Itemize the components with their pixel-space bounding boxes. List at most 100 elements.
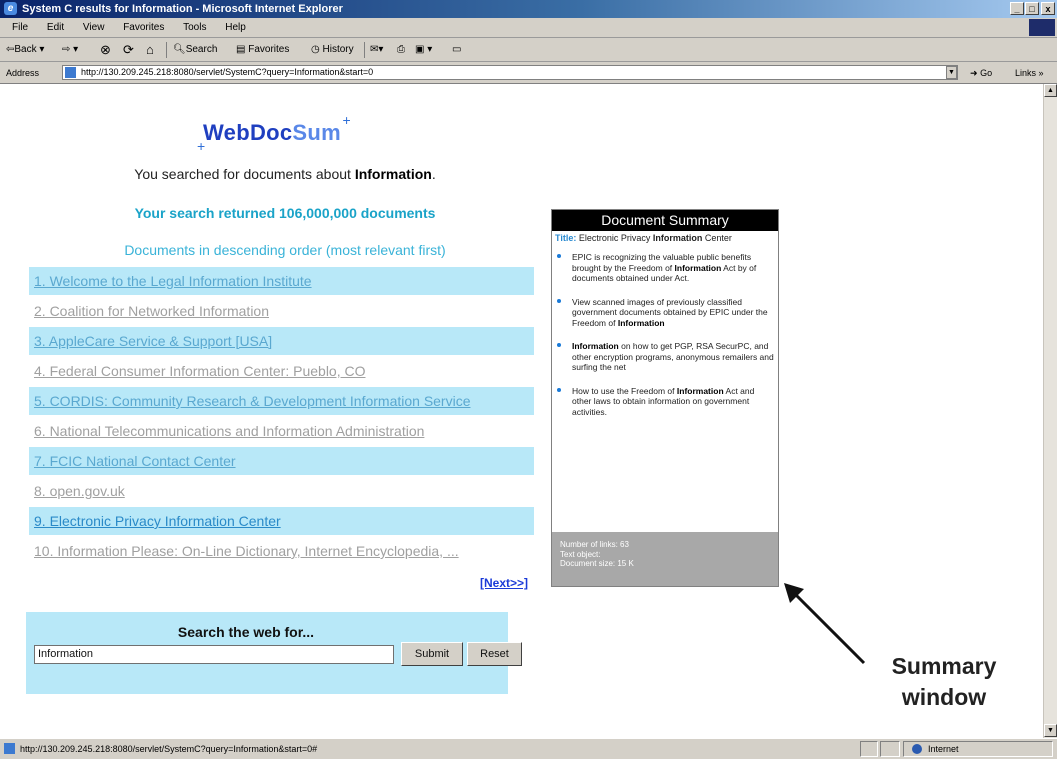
favorites-label: Favorites — [248, 44, 290, 55]
submit-button[interactable]: Submit — [401, 642, 463, 666]
window-title-bar[interactable]: e System C results for Information - Mic… — [0, 0, 1057, 18]
discuss-icon[interactable]: ▭ — [452, 38, 461, 62]
vertical-scrollbar[interactable]: ▲ ▼ — [1043, 84, 1057, 738]
toolbar-separator — [166, 42, 167, 58]
result-link-4[interactable]: 4. Federal Consumer Information Center: … — [29, 357, 534, 385]
searched-term: Information — [354, 166, 432, 182]
home-icon[interactable]: ⌂ — [146, 38, 154, 62]
menu-view[interactable]: View — [83, 18, 105, 38]
page-icon — [65, 67, 76, 78]
menu-edit[interactable]: Edit — [47, 18, 64, 38]
bullet-bold: Information — [617, 317, 665, 328]
bullet-icon — [557, 343, 561, 347]
result-link-1[interactable]: 1. Welcome to the Legal Information Inst… — [29, 267, 534, 295]
windows-logo-icon — [1029, 19, 1055, 36]
next-page-link[interactable]: [Next>>] — [480, 576, 528, 590]
favorites-button[interactable]: ▤ Favorites — [236, 38, 289, 62]
page-icon — [4, 743, 15, 754]
search-icon: 🔍︎ — [173, 44, 186, 55]
page-viewport: + WebDocSum + You searched for documents a… — [0, 84, 1057, 738]
logo-plus-left: + — [197, 138, 206, 154]
forward-button[interactable]: ⇨ ▾ — [62, 38, 78, 62]
history-label: History — [322, 44, 354, 55]
address-dropdown-button[interactable]: ▼ — [946, 66, 957, 79]
result-link-2[interactable]: 2. Coalition for Networked Information — [29, 297, 534, 325]
globe-icon — [912, 744, 922, 754]
logo-web: WebDoc — [203, 120, 293, 145]
minimize-button[interactable]: _ — [1010, 2, 1024, 15]
maximize-button[interactable]: □ — [1025, 2, 1039, 15]
mail-icon[interactable]: ✉▾ — [370, 38, 383, 62]
annotation-line-2: window — [901, 684, 987, 710]
status-panel — [860, 741, 878, 757]
logo-plus-right: + — [342, 112, 351, 128]
print-icon[interactable]: ⎙ — [397, 38, 405, 62]
back-button[interactable]: ⇦Back ▾ — [6, 38, 44, 62]
summary-title: Title: Electronic Privacy Information Ce… — [555, 233, 732, 243]
result-link-9[interactable]: 9. Electronic Privacy Information Center — [29, 507, 534, 535]
annotation-line-1: Summary — [891, 653, 997, 679]
webdocsum-logo: + WebDocSum + — [197, 112, 351, 154]
summary-title-pre: Electronic Privacy — [576, 233, 653, 243]
search-label: Search — [185, 44, 218, 55]
menu-help[interactable]: Help — [225, 18, 246, 38]
status-bar: http://130.209.245.218:8080/servlet/Syst… — [0, 738, 1057, 759]
history-button[interactable]: ◷ History — [311, 38, 354, 62]
result-link-6[interactable]: 6. National Telecommunications and Infor… — [29, 417, 534, 445]
back-label: ⇦Back — [6, 44, 37, 55]
summary-document-size: Document size: 15 K — [560, 559, 634, 568]
bullet-bold: Information — [674, 262, 722, 273]
menu-favorites[interactable]: Favorites — [123, 18, 164, 38]
bullet-bold: Information — [572, 341, 619, 351]
status-panel — [880, 741, 900, 757]
annotation-arrow — [784, 583, 866, 665]
menu-bar: File Edit View Favorites Tools Help — [0, 18, 1057, 38]
result-link-8[interactable]: 8. open.gov.uk — [29, 477, 534, 505]
scroll-up-button[interactable]: ▲ — [1044, 84, 1057, 97]
result-link-10[interactable]: 10. Information Please: On-Line Dictiona… — [29, 537, 534, 565]
document-summary-window: Document Summary Title: Electronic Priva… — [551, 209, 779, 587]
go-label: Go — [980, 68, 993, 78]
searched-suffix: . — [431, 166, 436, 182]
menu-file[interactable]: File — [12, 18, 28, 38]
status-text: http://130.209.245.218:8080/servlet/Syst… — [20, 744, 318, 754]
address-input[interactable]: http://130.209.245.218:8080/servlet/Syst… — [62, 65, 958, 80]
summary-bullet: EPIC is recognizing the valuable public … — [557, 252, 776, 284]
go-button[interactable]: ➜ Go — [970, 62, 992, 84]
history-icon: ◷ — [311, 44, 320, 55]
summary-bullet-list: EPIC is recognizing the valuable public … — [552, 252, 776, 430]
summary-bullet: How to use the Freedom of Information Ac… — [557, 386, 776, 418]
close-button[interactable]: x — [1041, 2, 1055, 15]
stop-icon[interactable]: ⊗ — [100, 38, 111, 62]
bullet-icon — [557, 387, 561, 392]
refresh-icon[interactable]: ⟳ — [123, 38, 134, 62]
result-link-3[interactable]: 3. AppleCare Service & Support [USA] — [29, 327, 534, 355]
result-link-5[interactable]: 5. CORDIS: Community Research & Developm… — [29, 387, 534, 415]
scroll-down-button[interactable]: ▼ — [1044, 724, 1057, 737]
search-form-title: Search the web for... — [177, 624, 315, 640]
standard-toolbar: ⇦Back ▾ ⇨ ▾ ⊗ ⟳ ⌂ 🔍︎Search ▤ Favorites ◷… — [0, 38, 1057, 62]
address-url: http://130.209.245.218:8080/servlet/Syst… — [81, 67, 374, 77]
summary-header: Document Summary — [552, 210, 778, 231]
result-link-7[interactable]: 7. FCIC National Contact Center — [29, 447, 534, 475]
links-button[interactable]: Links » — [1015, 62, 1044, 84]
summary-bullet: View scanned images of previously classi… — [557, 296, 776, 329]
searched-prefix: You searched for documents about — [134, 166, 355, 182]
bullet-pre: View scanned images of previously classi… — [572, 296, 768, 328]
address-label: Address — [6, 68, 40, 78]
summary-title-label: Title: — [555, 233, 577, 243]
menu-tools[interactable]: Tools — [183, 18, 206, 38]
reset-button[interactable]: Reset — [467, 642, 522, 666]
order-note: Documents in descending order (most rele… — [124, 242, 446, 258]
web-search-form: Search the web for... Information Submit… — [26, 612, 522, 694]
address-bar: Address http://130.209.245.218:8080/serv… — [0, 62, 1057, 84]
results-count: Your search returned 106,000,000 documen… — [134, 205, 436, 221]
edit-icon[interactable]: ▣ ▾ — [415, 38, 432, 62]
searched-for-text: You searched for documents about Informa… — [115, 166, 455, 182]
search-input[interactable]: Information — [34, 645, 394, 664]
summary-title-post: Center — [702, 233, 732, 243]
bullet-icon — [557, 254, 561, 258]
search-button[interactable]: 🔍︎Search — [173, 38, 217, 62]
window-title: System C results for Information - Micro… — [22, 3, 343, 15]
summary-window-annotation: Summary window — [870, 651, 1018, 713]
